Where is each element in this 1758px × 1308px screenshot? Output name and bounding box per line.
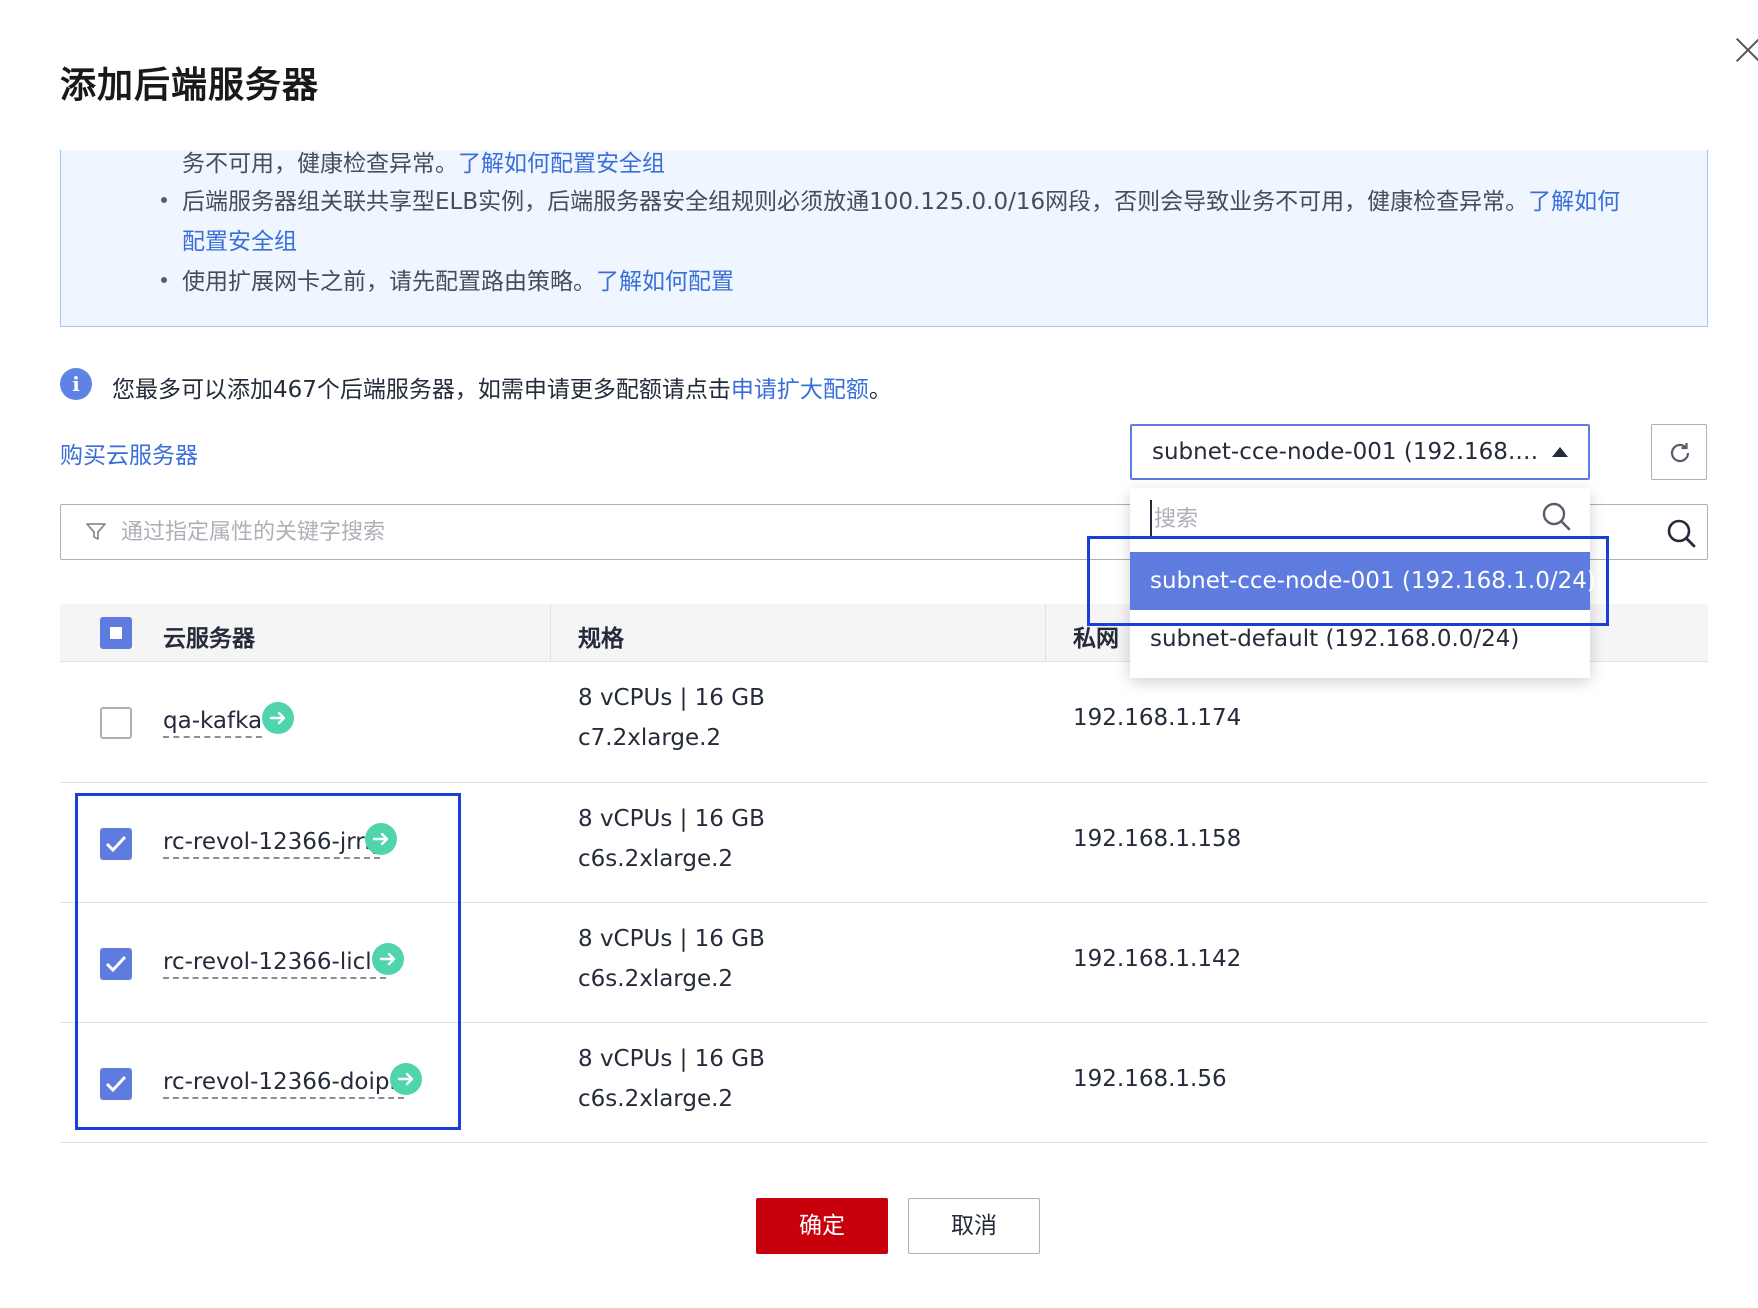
column-divider xyxy=(550,604,551,662)
selected-option-highlight xyxy=(1087,536,1609,626)
buy-cloud-server-link[interactable]: 购买云服务器 xyxy=(60,436,198,470)
column-header-server: 云服务器 xyxy=(163,626,255,652)
private-ip: 192.168.1.158 xyxy=(1073,826,1242,852)
notice-link-security-group-2b[interactable]: 配置安全组 xyxy=(182,229,297,255)
private-ip: 192.168.1.142 xyxy=(1073,946,1242,972)
refresh-icon xyxy=(1670,443,1690,463)
cancel-button[interactable]: 取消 xyxy=(908,1198,1040,1254)
close-icon[interactable] xyxy=(1730,32,1758,68)
notice-line-3: 使用扩展网卡之前，请先配置路由策略。了解如何配置 xyxy=(182,269,734,295)
quota-text: 您最多可以添加467个后端服务器，如需申请更多配额请点击申请扩大配额。 xyxy=(112,377,892,403)
spec-cpu-mem: 8 vCPUs | 16 GB xyxy=(578,1046,765,1072)
private-ip: 192.168.1.174 xyxy=(1073,705,1242,731)
spec-cpu-mem: 8 vCPUs | 16 GB xyxy=(578,926,765,952)
notice-link-security-group-2a[interactable]: 了解如何 xyxy=(1528,189,1620,215)
notice-line-2: 后端服务器组关联共享型ELB实例，后端服务器安全组规则必须放通100.125.0… xyxy=(182,189,1621,215)
confirm-button[interactable]: 确定 xyxy=(756,1198,888,1254)
spec-cpu-mem: 8 vCPUs | 16 GB xyxy=(578,685,765,711)
search-icon xyxy=(1542,502,1571,531)
table-row: qa-kafka 8 vCPUs | 16 GB c7.2xlarge.2 19… xyxy=(60,662,1708,783)
caret-up-icon xyxy=(1552,447,1568,457)
search-icon[interactable] xyxy=(1665,517,1697,549)
spec-cpu-mem: 8 vCPUs | 16 GB xyxy=(578,806,765,832)
subnet-select-value: subnet-cce-node-001 (192.168.… xyxy=(1152,439,1539,465)
column-divider xyxy=(1045,604,1046,662)
notice-line-1: 务不可用，健康检查异常。了解如何配置安全组 xyxy=(182,151,665,177)
select-all-checkbox[interactable] xyxy=(100,617,132,649)
apply-quota-link[interactable]: 申请扩大配额 xyxy=(731,377,869,403)
server-name-link[interactable]: qa-kafka xyxy=(163,706,263,738)
dialog-title: 添加后端服务器 xyxy=(60,65,320,106)
subnet-search-input[interactable] xyxy=(1150,500,1530,538)
filter-icon xyxy=(86,523,106,540)
spec-flavor: c6s.2xlarge.2 xyxy=(578,846,734,872)
row-checkbox[interactable] xyxy=(100,707,132,739)
column-header-spec: 规格 xyxy=(578,626,624,652)
search-input[interactable] xyxy=(121,515,1121,549)
spec-flavor: c6s.2xlarge.2 xyxy=(578,966,734,992)
go-arrow-icon[interactable] xyxy=(262,702,294,734)
spec-flavor: c6s.2xlarge.2 xyxy=(578,1086,734,1112)
private-ip: 192.168.1.56 xyxy=(1073,1066,1227,1092)
spec-flavor: c7.2xlarge.2 xyxy=(578,725,722,751)
notice-bullet xyxy=(161,277,167,283)
notice-link-route-config[interactable]: 了解如何配置 xyxy=(596,269,734,295)
notice-line-2b: 配置安全组 xyxy=(182,222,297,256)
subnet-select[interactable]: subnet-cce-node-001 (192.168.… xyxy=(1130,424,1590,480)
notice-link-security-group-1[interactable]: 了解如何配置安全组 xyxy=(458,151,665,177)
refresh-button[interactable] xyxy=(1651,424,1707,480)
info-icon: i xyxy=(60,368,92,400)
selected-rows-highlight xyxy=(75,793,461,1130)
notice-bullet xyxy=(161,197,167,203)
notice-panel: 务不可用，健康检查异常。了解如何配置安全组 后端服务器组关联共享型ELB实例，后… xyxy=(60,150,1708,327)
